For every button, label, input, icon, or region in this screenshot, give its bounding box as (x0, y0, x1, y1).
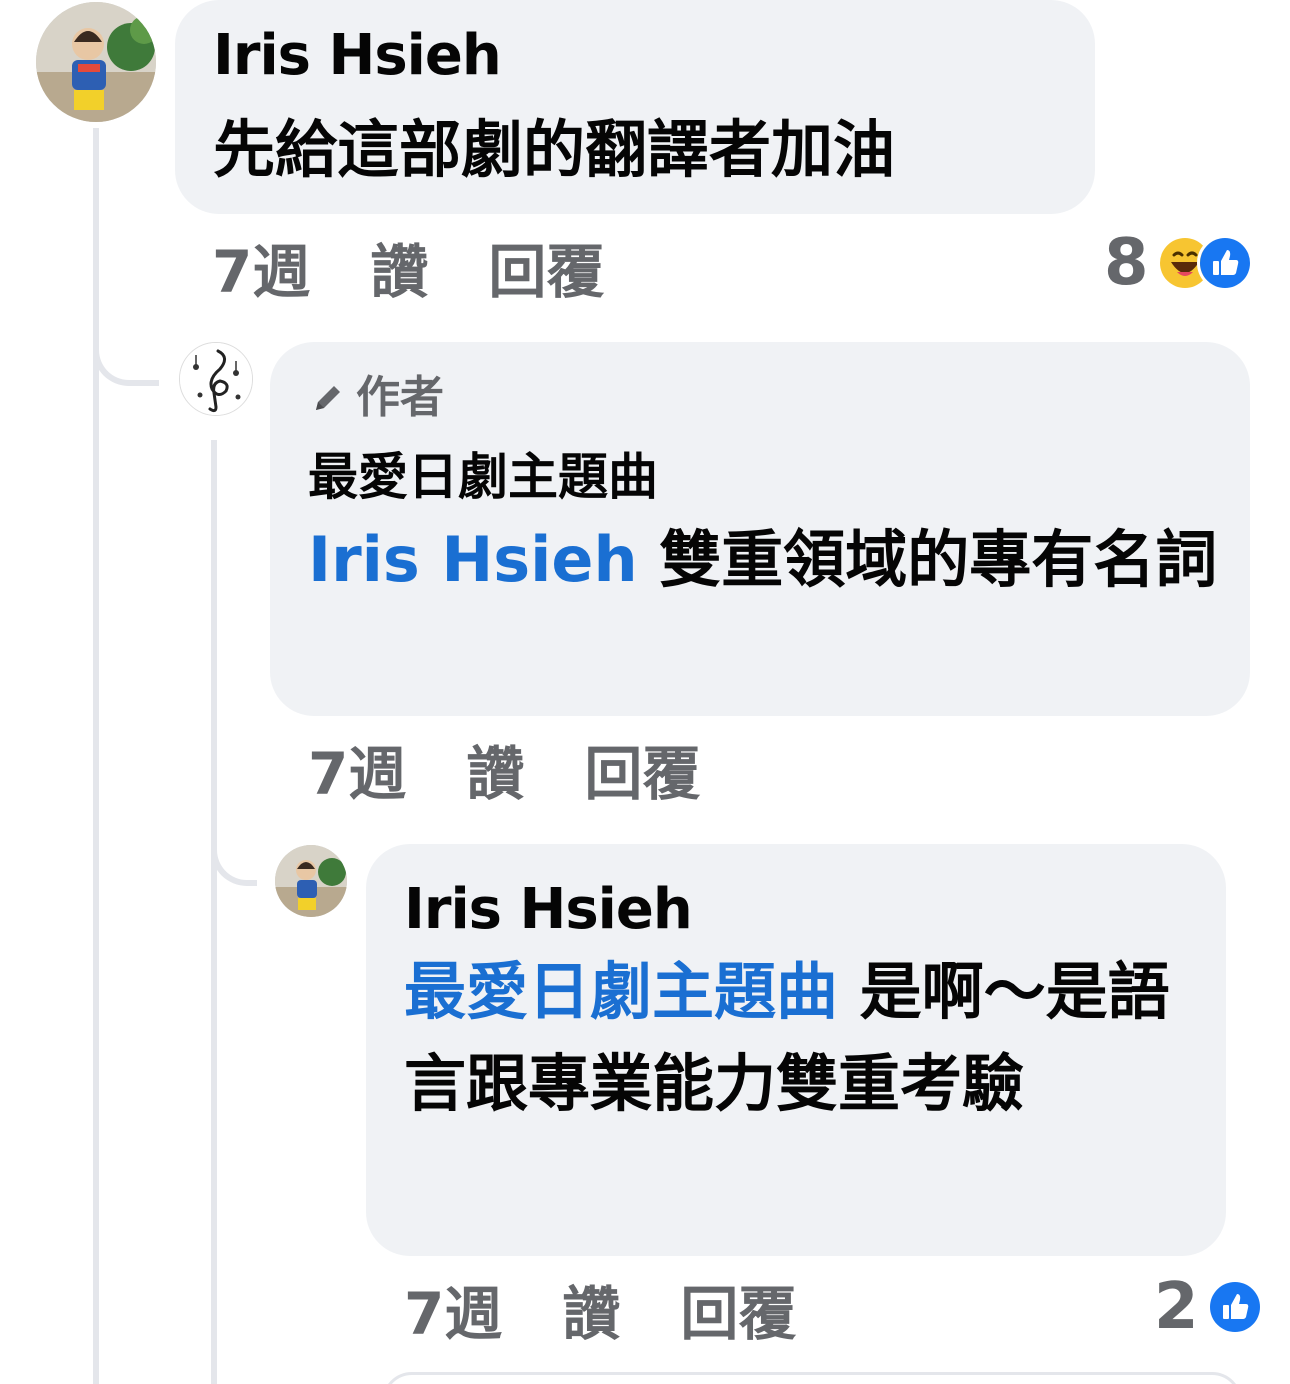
like-icon (1206, 1279, 1263, 1335)
comment-timestamp[interactable]: 7週 (212, 225, 310, 309)
comment-author[interactable]: Iris Hsieh (213, 22, 1095, 90)
like-button[interactable]: 讚 (562, 1267, 620, 1351)
comment-text: 最愛日劇主題曲 是啊～是語言跟專業能力雙重考驗 (404, 946, 1186, 1130)
like-button[interactable]: 讚 (466, 727, 524, 811)
comment-body: 雙重領域的專有名詞 (637, 523, 1218, 596)
comment-timestamp[interactable]: 7週 (308, 727, 406, 811)
comment-bubble-partial (382, 1372, 1242, 1384)
comment-text: 先給這部劇的翻譯者加油 (213, 113, 896, 186)
comment-text: Iris Hsieh 雙重領域的專有名詞 (308, 514, 1220, 606)
mention-link[interactable]: Iris Hsieh (308, 523, 638, 596)
comment-author[interactable]: Iris Hsieh (404, 876, 1186, 944)
avatar[interactable] (179, 342, 253, 416)
like-button[interactable]: 讚 (370, 225, 428, 309)
reply-button[interactable]: 回覆 (584, 727, 700, 811)
thread-line-nested (211, 440, 217, 1384)
comment-bubble: 作者 最愛日劇主題曲 Iris Hsieh 雙重領域的專有名詞 (270, 342, 1250, 716)
comment-actions: 7週 讚 回覆 (212, 232, 604, 306)
pencil-icon (316, 386, 340, 410)
comment-thread: Iris Hsieh 先給這部劇的翻譯者加油 7週 讚 回覆 8 作者 最愛日劇… (0, 0, 1290, 1384)
mention-link[interactable]: 最愛日劇主題曲 (404, 955, 838, 1028)
author-badge: 作者 (308, 370, 1220, 426)
thread-branch-nested (211, 800, 257, 886)
comment-timestamp[interactable]: 7週 (404, 1267, 502, 1351)
reaction-count: 2 (1154, 1270, 1199, 1344)
comment-author[interactable]: 最愛日劇主題曲 (308, 440, 1220, 514)
like-icon (1196, 235, 1253, 291)
reply-button[interactable]: 回覆 (680, 1267, 796, 1351)
reaction-summary[interactable]: 8 (1104, 226, 1253, 300)
avatar[interactable] (36, 2, 156, 122)
comment-actions: 7週 讚 回覆 (308, 734, 700, 808)
comment-bubble: Iris Hsieh 先給這部劇的翻譯者加油 (175, 0, 1095, 214)
thread-branch (93, 300, 159, 386)
reaction-summary[interactable]: 2 (1154, 1270, 1263, 1344)
reply-button[interactable]: 回覆 (488, 225, 604, 309)
comment-bubble: Iris Hsieh 最愛日劇主題曲 是啊～是語言跟專業能力雙重考驗 (366, 844, 1226, 1256)
comment-actions: 7週 讚 回覆 (404, 1274, 796, 1348)
reaction-count: 8 (1104, 226, 1149, 300)
author-badge-label: 作者 (356, 372, 444, 423)
avatar[interactable] (275, 845, 347, 917)
